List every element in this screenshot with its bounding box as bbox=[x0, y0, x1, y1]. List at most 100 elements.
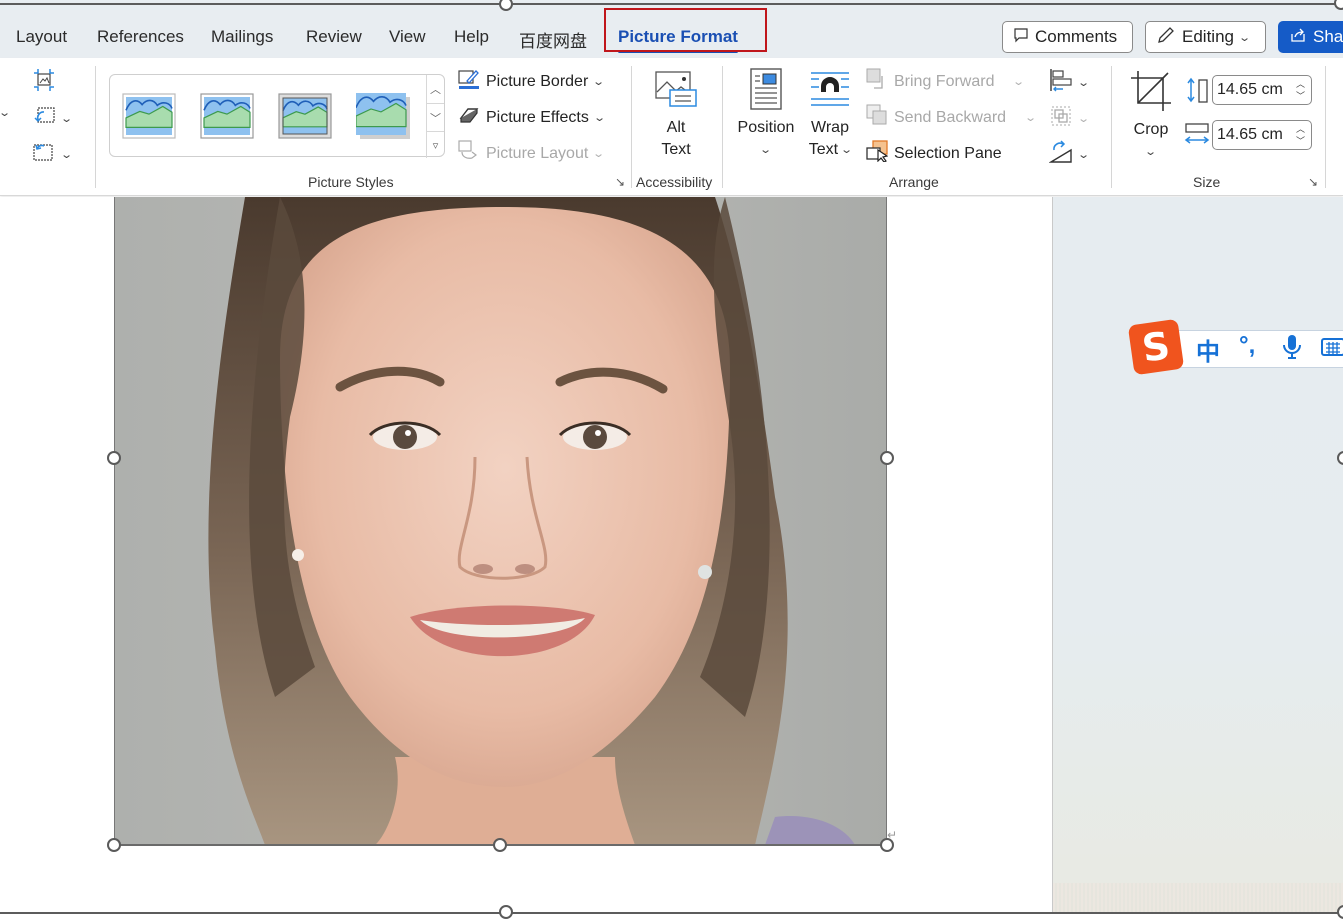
chevron-down-icon: ⌄ bbox=[1077, 77, 1091, 89]
chevron-down-icon: ⌄ bbox=[593, 112, 606, 124]
style-thumbnail-icon bbox=[122, 93, 176, 139]
outer-resize-handle-bottom[interactable] bbox=[499, 905, 513, 919]
gallery-more-button[interactable]: ▿ bbox=[426, 131, 444, 158]
wrap-text-button[interactable]: Wrap Text ⌄ bbox=[804, 68, 856, 161]
picture-effects-button[interactable]: Picture Effects ⌄ bbox=[458, 104, 606, 131]
wrap-text-label-2: Text bbox=[808, 141, 839, 158]
share-button[interactable]: Shar bbox=[1278, 21, 1343, 53]
resize-handle-bottom[interactable] bbox=[493, 838, 507, 852]
group-label-accessibility: Accessibility bbox=[636, 174, 713, 190]
shape-height-spinner[interactable]: ︿ ﹀ bbox=[1296, 78, 1305, 102]
compress-pictures-button[interactable] bbox=[32, 68, 56, 97]
alt-text-icon bbox=[654, 70, 698, 117]
resize-handle-left[interactable] bbox=[107, 451, 121, 465]
tab-picture-format[interactable]: Picture Format bbox=[618, 27, 738, 53]
picture-styles-gallery: ︿ ﹀ ▿ bbox=[109, 74, 445, 158]
outer-resize-handle-bottom-right[interactable] bbox=[1337, 905, 1343, 919]
crop-button[interactable]: Crop ⌄ bbox=[1128, 70, 1174, 163]
ime-chinese-mode[interactable]: 中 bbox=[1196, 332, 1220, 367]
tab-layout[interactable]: Layout bbox=[16, 27, 67, 47]
shape-width-input[interactable]: 14.65 cm ︿ ﹀ bbox=[1212, 120, 1312, 150]
chevron-down-icon: ⌄ bbox=[592, 76, 606, 88]
picture-border-button[interactable]: Picture Border ⌄ bbox=[458, 68, 606, 95]
alt-text-button[interactable]: Alt Text bbox=[650, 70, 702, 161]
chevron-down-icon: ⌄ bbox=[1012, 76, 1026, 88]
selection-pane-button[interactable]: Selection Pane bbox=[866, 140, 1002, 167]
style-thumbnail[interactable] bbox=[355, 93, 410, 139]
style-thumbnail[interactable] bbox=[122, 93, 176, 139]
tab-review[interactable]: Review bbox=[306, 27, 362, 47]
bring-forward-icon bbox=[866, 68, 888, 95]
resize-handle-bottom-left[interactable] bbox=[107, 838, 121, 852]
wrap-text-label-1: Wrap bbox=[811, 119, 849, 136]
bring-forward-label: Bring Forward bbox=[894, 72, 995, 90]
selection-pane-icon bbox=[866, 140, 889, 167]
group-separator bbox=[1111, 66, 1112, 188]
tab-baidu-netdisk[interactable]: 百度网盘 bbox=[519, 27, 587, 52]
picture-styles-dialog-launcher[interactable]: ↘ bbox=[615, 176, 627, 188]
microphone-icon[interactable] bbox=[1281, 334, 1303, 367]
position-label: Position bbox=[737, 119, 795, 136]
shape-width-spinner[interactable]: ︿ ﹀ bbox=[1296, 123, 1305, 147]
send-backward-button[interactable]: Send Backward ⌄ bbox=[866, 104, 1037, 131]
gallery-scroll-down[interactable]: ﹀ bbox=[426, 103, 444, 131]
chevron-down-icon: ⌄ bbox=[60, 149, 74, 161]
spin-down-icon[interactable]: ﹀ bbox=[1296, 90, 1305, 102]
reset-picture-icon bbox=[32, 140, 56, 169]
group-label-size: Size bbox=[1193, 174, 1221, 190]
position-icon bbox=[749, 68, 783, 117]
pencil-icon bbox=[1156, 25, 1176, 50]
selection-pane-label: Selection Pane bbox=[894, 144, 1002, 162]
size-dialog-launcher[interactable]: ↘ bbox=[1308, 176, 1320, 188]
comments-label: Comments bbox=[1035, 27, 1118, 46]
bring-forward-button[interactable]: Bring Forward ⌄ bbox=[866, 68, 1026, 95]
gallery-scroll-up[interactable]: ︿ bbox=[426, 75, 444, 103]
compress-pictures-icon bbox=[32, 68, 56, 97]
chevron-down-icon: ⌄ bbox=[1238, 31, 1252, 44]
shape-height-value: 14.65 cm bbox=[1217, 81, 1283, 98]
ime-punctuation-toggle[interactable]: °, bbox=[1239, 332, 1255, 360]
picture-layout-button[interactable]: Picture Layout ⌄ bbox=[458, 140, 605, 167]
picture-effects-label: Picture Effects bbox=[486, 108, 589, 126]
editing-mode-button[interactable]: Editing ⌄ bbox=[1145, 21, 1266, 53]
change-picture-icon bbox=[32, 104, 56, 133]
style-thumbnail[interactable] bbox=[200, 93, 254, 139]
picture-layout-icon bbox=[458, 140, 480, 167]
keyboard-icon[interactable] bbox=[1321, 336, 1343, 364]
shape-height-input[interactable]: 14.65 cm ︿ ﹀ bbox=[1212, 75, 1312, 105]
selected-picture[interactable] bbox=[114, 197, 887, 845]
spin-down-icon[interactable]: ﹀ bbox=[1296, 135, 1305, 147]
style-thumbnail-icon bbox=[278, 93, 332, 139]
tab-help[interactable]: Help bbox=[454, 27, 489, 47]
tab-references[interactable]: References bbox=[97, 27, 184, 47]
style-thumbnail[interactable] bbox=[278, 93, 332, 139]
picture-border-label: Picture Border bbox=[486, 72, 589, 90]
group-separator bbox=[1325, 66, 1326, 188]
rotate-button[interactable]: ⌄ bbox=[1048, 140, 1091, 169]
reset-picture-button[interactable]: ⌄ bbox=[32, 140, 74, 169]
spin-up-icon[interactable]: ︿ bbox=[1296, 78, 1305, 90]
chevron-down-icon: ⌄ bbox=[1077, 149, 1091, 161]
position-button[interactable]: Position ⌄ bbox=[735, 68, 797, 161]
ime-toolbar: S 中 °, bbox=[1127, 318, 1343, 376]
side-pane-background bbox=[1052, 197, 1343, 913]
group-label-picture-styles: Picture Styles bbox=[308, 174, 394, 190]
portrait-photo bbox=[115, 197, 886, 845]
style-thumbnail-icon bbox=[355, 93, 410, 139]
spin-up-icon[interactable]: ︿ bbox=[1296, 123, 1305, 135]
group-separator bbox=[722, 66, 723, 188]
crop-label: Crop bbox=[1133, 121, 1169, 138]
outer-selection-border-top bbox=[0, 3, 1343, 5]
group-label-arrange: Arrange bbox=[889, 174, 939, 190]
tab-mailings[interactable]: Mailings bbox=[211, 27, 273, 47]
comments-button[interactable]: Comments bbox=[1002, 21, 1133, 53]
send-backward-label: Send Backward bbox=[894, 108, 1007, 126]
group-objects-button[interactable]: ⌄ bbox=[1049, 104, 1090, 133]
adjust-dropdown-partial[interactable]: ⌄ bbox=[0, 106, 11, 119]
resize-handle-right[interactable] bbox=[880, 451, 894, 465]
sogou-logo-icon[interactable]: S bbox=[1127, 318, 1185, 376]
send-backward-icon bbox=[866, 104, 888, 131]
align-button[interactable]: ⌄ bbox=[1049, 68, 1091, 97]
tab-view[interactable]: View bbox=[389, 27, 426, 47]
change-picture-button[interactable]: ⌄ bbox=[32, 104, 73, 133]
